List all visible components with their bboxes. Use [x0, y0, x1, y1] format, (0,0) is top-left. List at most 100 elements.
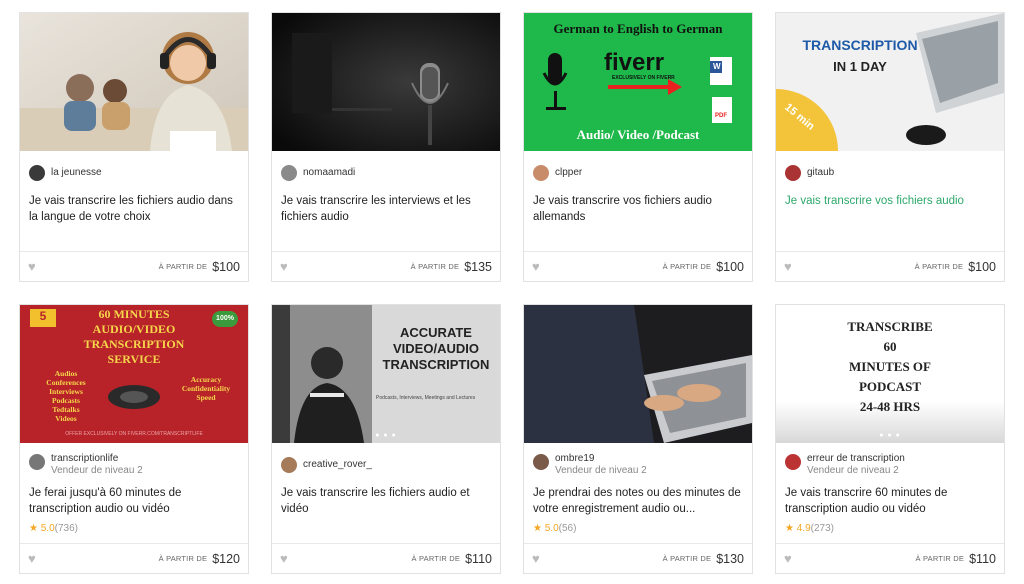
avatar[interactable] — [785, 454, 801, 470]
thumb-overlay-line2: IN 1 DAY — [833, 59, 887, 74]
heart-icon[interactable]: ♥ — [532, 551, 540, 566]
gig-price: $100 — [968, 259, 996, 274]
avatar[interactable] — [785, 165, 801, 181]
price-prefix: À PARTIR DE — [914, 262, 964, 271]
gig-price: $110 — [465, 551, 492, 566]
gig-thumbnail[interactable] — [272, 13, 500, 151]
heart-icon[interactable]: ♥ — [532, 259, 540, 274]
rating-value: 5.0 — [40, 523, 55, 534]
gig-card[interactable]: ombre19 Vendeur de niveau 2 Je prendrai … — [523, 304, 753, 574]
heart-icon[interactable]: ♥ — [784, 551, 792, 566]
thumb-overlay-line3: MINUTES OF — [849, 359, 931, 374]
seller-name[interactable]: la jeunesse — [51, 167, 102, 179]
price-prefix: À PARTIR DE — [411, 554, 461, 563]
avatar[interactable] — [281, 457, 297, 473]
gig-thumbnail[interactable]: 5 100% 60 MINUTES AUDIO/VIDEO TRANSCRIPT… — [20, 305, 248, 443]
gig-title[interactable]: Je vais transcrire 60 minutes de transcr… — [785, 485, 995, 519]
gig-card[interactable]: TRANSCRIBE 60 MINUTES OF PODCAST 24-48 H… — [775, 304, 1005, 574]
heart-icon[interactable]: ♥ — [28, 259, 36, 274]
avatar[interactable] — [29, 165, 45, 181]
gig-card[interactable]: German to English to German fiverr EXCLU… — [523, 12, 753, 282]
gig-price: $120 — [212, 551, 240, 566]
gig-thumbnail[interactable] — [524, 305, 752, 443]
thumb-overlay-line1: TRANSCRIPTION — [802, 37, 918, 53]
price-prefix: À PARTIR DE — [915, 554, 965, 563]
rating-count: (273) — [810, 523, 835, 534]
star-icon: ★ — [29, 523, 38, 534]
seller-name[interactable]: nomaamadi — [303, 167, 355, 179]
star-icon: ★ — [533, 523, 542, 534]
pdf-icon: PDF — [715, 113, 727, 119]
gig-title[interactable]: Je vais transcrire vos fichiers audio — [785, 193, 995, 227]
gig-card[interactable]: la jeunesse Je vais transcrire les fichi… — [19, 12, 249, 282]
gig-image-typing-laptop — [524, 305, 752, 443]
gig-title[interactable]: Je vais transcrire vos fichiers audio al… — [533, 193, 743, 227]
price-prefix: À PARTIR DE — [662, 262, 712, 271]
heart-icon[interactable]: ♥ — [280, 551, 288, 566]
thumb-overlay-line5: 24-48 HRS — [859, 399, 921, 414]
rating-value: 4.9 — [796, 523, 811, 534]
heart-icon[interactable]: ♥ — [280, 259, 288, 274]
gig-rating: ★ 4.9(273) — [785, 523, 995, 537]
price-prefix: À PARTIR DE — [158, 554, 208, 563]
rating-count: (736) — [54, 523, 79, 534]
carousel-dots[interactable]: ● ● ● — [272, 432, 500, 439]
seller-name[interactable]: transcriptionlife — [51, 453, 143, 465]
thumb-overlay-line4: PODCAST — [858, 379, 922, 394]
price-prefix: À PARTIR DE — [410, 262, 460, 271]
gig-thumbnail[interactable]: TRANSCRIBE 60 MINUTES OF PODCAST 24-48 H… — [776, 305, 1004, 443]
seller-level: Vendeur de niveau 2 — [807, 465, 899, 476]
heart-icon[interactable]: ♥ — [28, 551, 36, 566]
price-prefix: À PARTIR DE — [158, 262, 208, 271]
gig-thumbnail[interactable] — [20, 13, 248, 151]
gig-rating: ★ 5.0(56) — [533, 523, 743, 537]
thumb-overlay-bottom: Audio/ Video /Podcast — [576, 127, 700, 142]
thumb-overlay-line3: TRANSCRIPTION — [382, 357, 490, 372]
gig-price: $130 — [716, 551, 744, 566]
gig-card[interactable]: ACCURATE VIDEO/AUDIO TRANSCRIPTION Podca… — [271, 304, 501, 574]
gig-title[interactable]: Je ferai jusqu'à 60 minutes de transcrip… — [29, 485, 239, 519]
gig-title[interactable]: Je prendrai des notes ou des minutes de … — [533, 485, 743, 519]
thumb-overlay-line1: TRANSCRIBE — [847, 319, 933, 334]
seller-name[interactable]: creative_rover_ — [303, 459, 372, 471]
gig-price: $135 — [464, 259, 492, 274]
seller-level: Vendeur de niveau 2 — [555, 465, 647, 476]
gig-card[interactable]: TRANSCRIPTION IN 1 DAY 15 min gitaub Je … — [775, 12, 1005, 282]
thumb-overlay-line1: ACCURATE — [400, 325, 472, 340]
gig-rating: ★ 5.0(736) — [29, 523, 239, 537]
avatar[interactable] — [281, 165, 297, 181]
thumb-overlay-footer: OFFER EXCLUSIVELY ON FIVERR.COM/TRANSCRI… — [65, 431, 203, 437]
seller-name[interactable]: clpper — [555, 167, 582, 179]
gig-price: $100 — [212, 259, 240, 274]
seller-name[interactable]: ombre19 — [555, 453, 647, 465]
price-prefix: À PARTIR DE — [662, 554, 712, 563]
thumb-overlay-line2: 60 — [883, 339, 897, 354]
gig-title[interactable]: Je vais transcrire les fichiers audio et… — [281, 485, 491, 519]
gig-card[interactable]: 5 100% 60 MINUTES AUDIO/VIDEO TRANSCRIPT… — [19, 304, 249, 574]
avatar[interactable] — [533, 454, 549, 470]
carousel-dots[interactable]: ● ● ● — [776, 432, 1004, 439]
heart-icon[interactable]: ♥ — [784, 259, 792, 274]
fiverr-logo-sub: EXCLUSIVELY ON FIVERR — [612, 75, 675, 81]
star-icon: ★ — [785, 523, 794, 534]
gig-image-student-headphones — [20, 13, 248, 151]
seller-name[interactable]: gitaub — [807, 167, 834, 179]
gig-thumbnail[interactable]: ACCURATE VIDEO/AUDIO TRANSCRIPTION Podca… — [272, 305, 500, 443]
avatar[interactable] — [533, 165, 549, 181]
gig-title[interactable]: Je vais transcrire les interviews et les… — [281, 193, 491, 227]
seller-name[interactable]: erreur de transcription — [807, 453, 905, 465]
gig-price: $110 — [969, 551, 996, 566]
gig-thumbnail[interactable]: TRANSCRIPTION IN 1 DAY 15 min — [776, 13, 1004, 151]
seller-level: Vendeur de niveau 2 — [51, 465, 143, 476]
gig-title[interactable]: Je vais transcrire les fichiers audio da… — [29, 193, 239, 227]
gig-image-headphones — [108, 385, 160, 409]
thumb-overlay-sub: Podcasts, Interviews, Meetings and Lectu… — [376, 395, 476, 401]
gig-thumbnail[interactable]: German to English to German fiverr EXCLU… — [524, 13, 752, 151]
gig-card[interactable]: nomaamadi Je vais transcrire les intervi… — [271, 12, 501, 282]
avatar[interactable] — [29, 454, 45, 470]
rating-value: 5.0 — [544, 523, 559, 534]
fiverr-logo: fiverr — [604, 49, 665, 76]
thumb-overlay-line2: VIDEO/AUDIO — [393, 341, 479, 356]
gig-image-microphone — [272, 13, 500, 151]
gig-price: $100 — [716, 259, 744, 274]
